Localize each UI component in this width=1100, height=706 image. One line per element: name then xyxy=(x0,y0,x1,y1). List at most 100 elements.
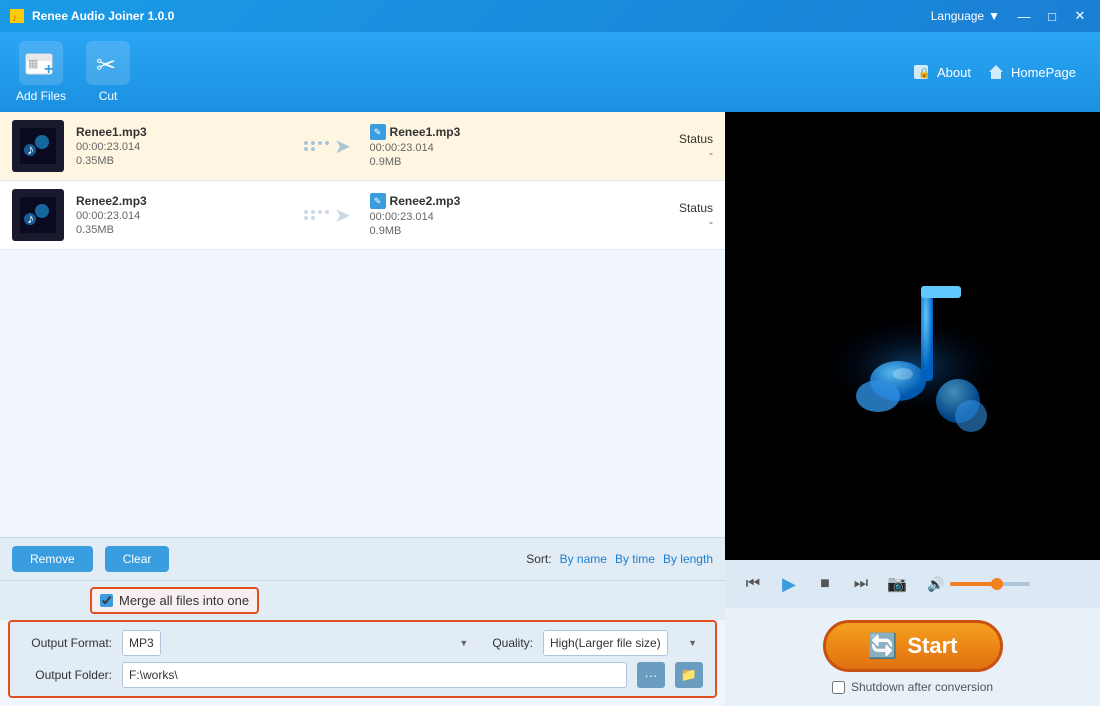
folder-input[interactable]: F:\works\ xyxy=(122,662,627,688)
arrow-dots xyxy=(304,210,330,220)
shutdown-row: Shutdown after conversion xyxy=(832,680,993,694)
remove-button[interactable]: Remove xyxy=(12,546,93,572)
file-duration: 00:00:23.014 xyxy=(76,141,286,153)
open-folder-button[interactable]: 📁 xyxy=(675,662,703,688)
dot xyxy=(318,141,322,145)
clear-button[interactable]: Clear xyxy=(105,546,170,572)
output-file-name: Renee2.mp3 xyxy=(390,194,461,208)
minimize-button[interactable]: — xyxy=(1012,6,1036,26)
snapshot-button[interactable]: 📷 xyxy=(883,570,911,598)
status-value: - xyxy=(633,215,713,229)
folder-label: Output Folder: xyxy=(22,668,112,682)
add-files-button[interactable]: + ▦ Add Files xyxy=(16,41,66,103)
format-select[interactable]: MP3 xyxy=(122,630,161,656)
bottom-controls: Remove Clear Sort: By name By time By le… xyxy=(0,537,725,580)
svg-text:♪: ♪ xyxy=(27,210,34,226)
merge-label: Merge all files into one xyxy=(119,593,249,608)
homepage-label: HomePage xyxy=(1011,65,1076,80)
arrow-area: ➤ xyxy=(298,203,358,228)
sort-by-name[interactable]: By name xyxy=(560,552,607,566)
sort-by-time[interactable]: By time xyxy=(615,552,655,566)
app-logo: ♪ xyxy=(8,7,26,25)
status-area: Status - xyxy=(633,132,713,160)
svg-text:✂: ✂ xyxy=(96,52,116,79)
player-buttons: ⏮ ▶ ■ ⏭ 📷 🔊 xyxy=(739,570,1086,598)
arrow-dots xyxy=(304,141,330,151)
start-button[interactable]: 🔄 Start xyxy=(823,620,1003,672)
add-files-icon: + ▦ xyxy=(19,41,63,85)
about-button[interactable]: 🔒 About xyxy=(913,63,971,81)
maximize-button[interactable]: □ xyxy=(1040,6,1064,26)
volume-thumb xyxy=(991,578,1003,590)
main-area: ♪ Renee1.mp3 00:00:23.014 0.35MB xyxy=(0,112,1100,706)
quality-select[interactable]: High(Larger file size) xyxy=(543,630,668,656)
table-row[interactable]: ♪ Renee1.mp3 00:00:23.014 0.35MB xyxy=(0,112,725,181)
title-bar: ♪ Renee Audio Joiner 1.0.0 Language ▼ — … xyxy=(0,0,1100,32)
sort-label: Sort: xyxy=(526,552,551,566)
shutdown-checkbox[interactable] xyxy=(832,681,845,694)
output-file-name: Renee1.mp3 xyxy=(390,125,461,139)
svg-text:♪: ♪ xyxy=(27,141,34,157)
merge-area: Merge all files into one xyxy=(0,580,725,620)
file-size: 0.35MB xyxy=(76,155,286,167)
browse-dots-button[interactable]: ··· xyxy=(637,662,665,688)
status-area: Status - xyxy=(633,201,713,229)
cut-label: Cut xyxy=(99,89,118,103)
output-duration: 00:00:23.014 xyxy=(370,142,621,154)
svg-text:▦: ▦ xyxy=(28,58,38,70)
table-row[interactable]: ♪ Renee2.mp3 00:00:23.014 0.35MB xyxy=(0,181,725,250)
toolbar: + ▦ Add Files ✂ Cut 🔒 About HomePage xyxy=(0,32,1100,112)
status-label: Status xyxy=(633,201,713,215)
app-title: Renee Audio Joiner 1.0.0 xyxy=(32,9,931,23)
close-button[interactable]: ✕ xyxy=(1068,6,1092,26)
dot xyxy=(304,210,308,214)
format-select-wrap: MP3 xyxy=(122,630,474,656)
status-label: Status xyxy=(633,132,713,146)
dot xyxy=(325,210,329,214)
output-name-row: ✎ Renee2.mp3 xyxy=(370,193,621,209)
window-controls: — □ ✕ xyxy=(1012,6,1092,26)
status-value: - xyxy=(633,146,713,160)
edit-icon[interactable]: ✎ xyxy=(370,124,386,140)
cut-icon: ✂ xyxy=(86,41,130,85)
dot xyxy=(325,141,329,145)
skip-back-button[interactable]: ⏮ xyxy=(739,570,767,598)
file-info: Renee2.mp3 00:00:23.014 0.35MB xyxy=(76,194,286,236)
file-size: 0.35MB xyxy=(76,224,286,236)
file-list: ♪ Renee1.mp3 00:00:23.014 0.35MB xyxy=(0,112,725,537)
folder-row: Output Folder: F:\works\ ··· 📁 xyxy=(22,662,703,688)
file-duration: 00:00:23.014 xyxy=(76,210,286,222)
start-label: Start xyxy=(907,633,957,659)
play-button[interactable]: ▶ xyxy=(775,570,803,598)
dot xyxy=(304,147,308,151)
volume-track[interactable] xyxy=(950,582,1030,586)
about-label: About xyxy=(937,65,971,80)
sort-by-length[interactable]: By length xyxy=(663,552,713,566)
format-row: Output Format: MP3 Quality: High(Larger … xyxy=(22,630,703,656)
stop-button[interactable]: ■ xyxy=(811,570,839,598)
dot xyxy=(311,210,315,214)
file-name: Renee1.mp3 xyxy=(76,125,286,139)
right-panel: ⏮ ▶ ■ ⏭ 📷 🔊 🔄 Start xyxy=(725,112,1100,706)
output-name-row: ✎ Renee1.mp3 xyxy=(370,124,621,140)
preview-area xyxy=(725,112,1100,560)
shutdown-label: Shutdown after conversion xyxy=(851,680,993,694)
file-name: Renee2.mp3 xyxy=(76,194,286,208)
homepage-button[interactable]: HomePage xyxy=(987,63,1076,81)
music-visual xyxy=(803,226,1023,446)
cut-button[interactable]: ✂ Cut xyxy=(86,41,130,103)
dot xyxy=(304,216,308,220)
file-thumbnail: ♪ xyxy=(12,120,64,172)
language-selector[interactable]: Language ▼ xyxy=(931,9,1000,23)
arrow-icon: ➤ xyxy=(334,134,351,159)
svg-text:🔒: 🔒 xyxy=(918,67,930,79)
output-settings: Output Format: MP3 Quality: High(Larger … xyxy=(8,620,717,698)
edit-icon[interactable]: ✎ xyxy=(370,193,386,209)
start-icon: 🔄 xyxy=(867,632,897,661)
file-info: Renee1.mp3 00:00:23.014 0.35MB xyxy=(76,125,286,167)
output-info: ✎ Renee2.mp3 00:00:23.014 0.9MB xyxy=(370,193,621,237)
skip-forward-button[interactable]: ⏭ xyxy=(847,570,875,598)
merge-checkbox-wrap: Merge all files into one xyxy=(90,587,259,614)
dot xyxy=(318,210,322,214)
merge-checkbox[interactable] xyxy=(100,594,113,607)
